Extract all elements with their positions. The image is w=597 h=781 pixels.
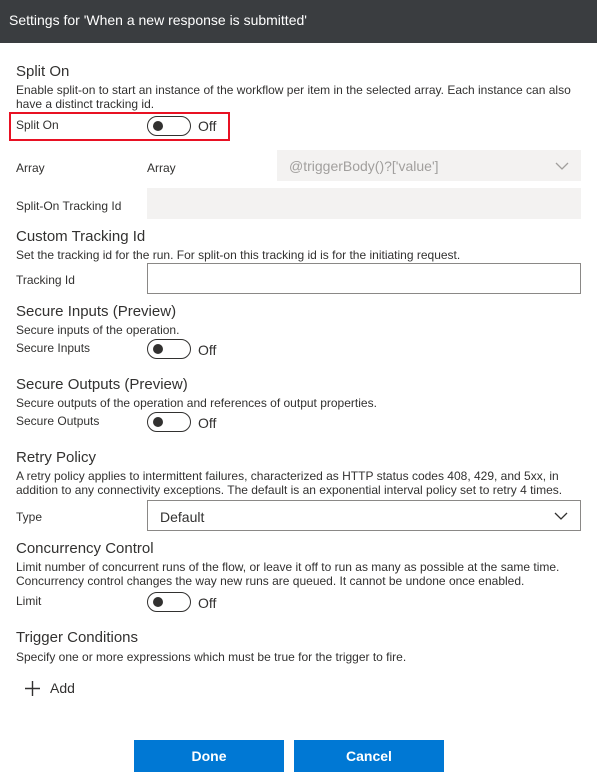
custom-tracking-description: Set the tracking id for the run. For spl… xyxy=(16,248,461,262)
secure-inputs-title: Secure Inputs (Preview) xyxy=(16,303,177,320)
secure-outputs-toggle[interactable] xyxy=(147,412,191,432)
plus-icon xyxy=(25,681,40,696)
split-on-toggle-state: Off xyxy=(198,118,217,134)
toggle-knob xyxy=(153,597,163,607)
toggle-knob xyxy=(153,417,163,427)
concurrency-title: Concurrency Control xyxy=(16,540,154,557)
secure-inputs-toggle[interactable] xyxy=(147,339,191,359)
array-select[interactable]: @triggerBody()?['value'] xyxy=(277,150,581,181)
split-on-tracking-input[interactable] xyxy=(147,188,581,219)
trigger-conditions-description: Specify one or more expressions which mu… xyxy=(16,650,407,664)
secure-inputs-description: Secure inputs of the operation. xyxy=(16,323,180,337)
done-button[interactable]: Done xyxy=(134,740,284,772)
custom-tracking-title: Custom Tracking Id xyxy=(16,228,146,245)
dialog-title: Settings for 'When a new response is sub… xyxy=(9,12,307,28)
secure-inputs-toggle-label: Secure Inputs xyxy=(16,341,91,355)
split-on-description: Enable split-on to start an instance of … xyxy=(16,83,571,111)
toggle-knob xyxy=(153,121,163,131)
concurrency-description: Limit number of concurrent runs of the f… xyxy=(16,560,560,588)
split-on-toggle[interactable] xyxy=(147,116,191,136)
array-inner-label: Array xyxy=(147,161,176,175)
dialog-header: Settings for 'When a new response is sub… xyxy=(0,0,597,43)
cancel-button[interactable]: Cancel xyxy=(294,740,444,772)
retry-policy-title: Retry Policy xyxy=(16,449,97,466)
concurrency-limit-toggle[interactable] xyxy=(147,592,191,612)
toggle-knob xyxy=(153,344,163,354)
chevron-down-icon xyxy=(554,512,568,520)
split-on-toggle-label: Split On xyxy=(16,118,59,132)
split-on-tracking-label: Split-On Tracking Id xyxy=(16,199,122,213)
retry-type-value: Default xyxy=(160,509,205,525)
trigger-conditions-title: Trigger Conditions xyxy=(16,629,138,646)
concurrency-limit-toggle-state: Off xyxy=(198,595,217,611)
add-condition-label: Add xyxy=(50,680,75,696)
split-on-title: Split On xyxy=(16,63,70,80)
retry-type-label: Type xyxy=(16,510,43,524)
concurrency-limit-label: Limit xyxy=(16,594,42,608)
tracking-id-input[interactable] xyxy=(147,263,581,294)
secure-outputs-title: Secure Outputs (Preview) xyxy=(16,376,188,393)
secure-outputs-toggle-label: Secure Outputs xyxy=(16,414,100,428)
tracking-id-label: Tracking Id xyxy=(16,273,75,287)
chevron-down-icon xyxy=(555,162,569,170)
secure-outputs-description: Secure outputs of the operation and refe… xyxy=(16,396,377,410)
array-label: Array xyxy=(16,161,45,175)
secure-inputs-toggle-state: Off xyxy=(198,342,217,358)
secure-outputs-toggle-state: Off xyxy=(198,415,217,431)
array-select-value: @triggerBody()?['value'] xyxy=(289,158,439,174)
retry-type-select[interactable]: Default xyxy=(147,500,581,531)
retry-policy-description: A retry policy applies to intermittent f… xyxy=(16,469,563,497)
